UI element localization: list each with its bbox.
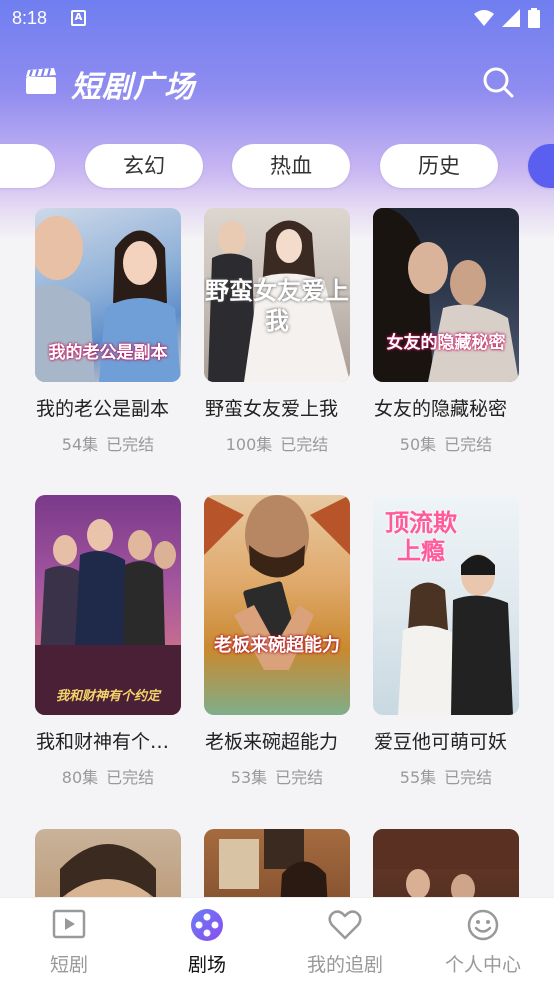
episode-count: 80集 [61, 768, 99, 787]
drama-card[interactable] [204, 829, 350, 898]
drama-status: 已完结 [106, 768, 155, 787]
status-time: 8:18 [12, 8, 48, 28]
drama-title: 爱豆他可萌可妖 [374, 731, 508, 753]
drama-poster[interactable] [373, 829, 519, 898]
wifi-icon [474, 10, 494, 26]
poster-art [373, 829, 519, 898]
drama-status: 已完结 [106, 435, 155, 454]
drama-grid: 我的老公是副本 我的老公是副本 54集 已完结 野蛮女友爱上我 野蛮女友爱上我 1… [0, 208, 554, 898]
tab-lishi[interactable]: 历史 [380, 144, 498, 188]
poster-art [35, 519, 181, 715]
drama-title: 我的老公是副本 [36, 398, 170, 420]
poster-text: 我和财神有个约定 [55, 689, 160, 704]
drama-card[interactable]: 女友的隐藏秘密 女友的隐藏秘密 50集 已完结 [373, 208, 519, 455]
tab-xuanhuan[interactable]: 玄幻 [85, 144, 203, 188]
bottom-nav: 短剧 剧场 我的追剧 个人中心 [0, 897, 554, 985]
drama-card[interactable]: 我的老公是副本 我的老公是副本 54集 已完结 [35, 208, 181, 455]
heart-icon [328, 910, 362, 940]
nav-label: 个人中心 [444, 954, 521, 976]
page-title: 短剧广场 [71, 70, 195, 105]
episode-count: 100集 [225, 435, 273, 454]
drama-card[interactable] [373, 829, 519, 898]
episode-count: 54集 [61, 435, 99, 454]
episode-count: 55集 [399, 768, 437, 787]
drama-meta: 50集 已完结 [373, 431, 519, 455]
drama-poster[interactable] [204, 829, 350, 898]
drama-meta: 54集 已完结 [35, 431, 181, 455]
battery-icon [528, 8, 540, 28]
nav-item-wodezhuiju[interactable]: 我的追剧 [276, 898, 414, 985]
drama-status: 已完结 [275, 768, 324, 787]
nav-label: 短剧 [49, 954, 88, 976]
smiley-icon [467, 909, 499, 941]
drama-meta: 53集 已完结 [204, 764, 350, 788]
tab-partial-right[interactable] [528, 144, 554, 188]
poster-art [60, 844, 156, 898]
drama-title: 老板来碗超能力 [205, 731, 339, 753]
poster-text: 女友的隐藏秘密 [386, 333, 506, 353]
nav-item-juchang[interactable]: 剧场 [138, 898, 276, 985]
nav-label: 剧场 [187, 954, 226, 976]
tab-rexue[interactable]: 热血 [232, 144, 350, 188]
category-tabs: 玄幻 热血 历史 [0, 144, 554, 190]
drama-status: 已完结 [444, 768, 493, 787]
clapperboard-icon [26, 68, 56, 94]
drama-status: 已完结 [280, 435, 329, 454]
drama-card[interactable] [35, 829, 181, 898]
poster-art [373, 208, 519, 382]
drama-title: 野蛮女友爱上我 [205, 398, 339, 420]
drama-meta: 55集 已完结 [373, 764, 519, 788]
drama-card[interactable]: 我和财神有个约定 我和财神有个… 80集 已完结 [35, 495, 181, 788]
header: 短剧广场 [0, 50, 554, 120]
notification-icon: A [71, 10, 86, 26]
drama-poster[interactable]: 我的老公是副本 [35, 208, 181, 382]
poster-art [219, 829, 328, 898]
drama-card[interactable]: 老板来碗超能力 老板来碗超能力 53集 已完结 [204, 495, 350, 788]
film-reel-icon [191, 909, 223, 941]
drama-card[interactable]: 野蛮女友爱上我 野蛮女友爱上我 100集 已完结 [204, 208, 350, 455]
tab-partial-left[interactable] [0, 144, 55, 188]
drama-meta: 100集 已完结 [204, 431, 350, 455]
status-bar: 8:18 A [0, 0, 554, 38]
drama-status: 已完结 [444, 435, 493, 454]
nav-item-gerenzhongxin[interactable]: 个人中心 [414, 898, 552, 985]
episode-count: 53集 [230, 768, 268, 787]
drama-poster[interactable]: 野蛮女友爱上我 [204, 208, 350, 382]
app-root: 8:18 A 短剧广场 玄幻 热血 历史 我的老公是副本 我的老公是副本 54集… [0, 0, 554, 985]
video-play-icon [52, 909, 86, 939]
episode-count: 50集 [399, 435, 437, 454]
poster-text: 顶流欺上瘾 [385, 509, 457, 565]
drama-poster[interactable]: 我和财神有个约定 [35, 495, 181, 715]
nav-item-duanju[interactable]: 短剧 [0, 898, 138, 985]
drama-title: 我和财神有个… [36, 731, 170, 753]
search-icon[interactable] [480, 64, 516, 100]
drama-poster[interactable]: 女友的隐藏秘密 [373, 208, 519, 382]
drama-title: 女友的隐藏秘密 [374, 398, 508, 420]
poster-text: 我的老公是副本 [48, 343, 168, 363]
drama-poster[interactable]: 顶流欺上瘾 [373, 495, 519, 715]
drama-card[interactable]: 顶流欺上瘾 爱豆他可萌可妖 55集 已完结 [373, 495, 519, 788]
poster-text: 野蛮女友爱上我 [205, 277, 349, 335]
signal-icon [502, 9, 520, 27]
status-icons [474, 8, 540, 28]
poster-text: 老板来碗超能力 [214, 635, 340, 656]
nav-label: 我的追剧 [306, 954, 383, 976]
drama-meta: 80集 已完结 [35, 764, 181, 788]
drama-poster[interactable]: 老板来碗超能力 [204, 495, 350, 715]
drama-poster[interactable] [35, 829, 181, 898]
poster-art [204, 495, 350, 670]
